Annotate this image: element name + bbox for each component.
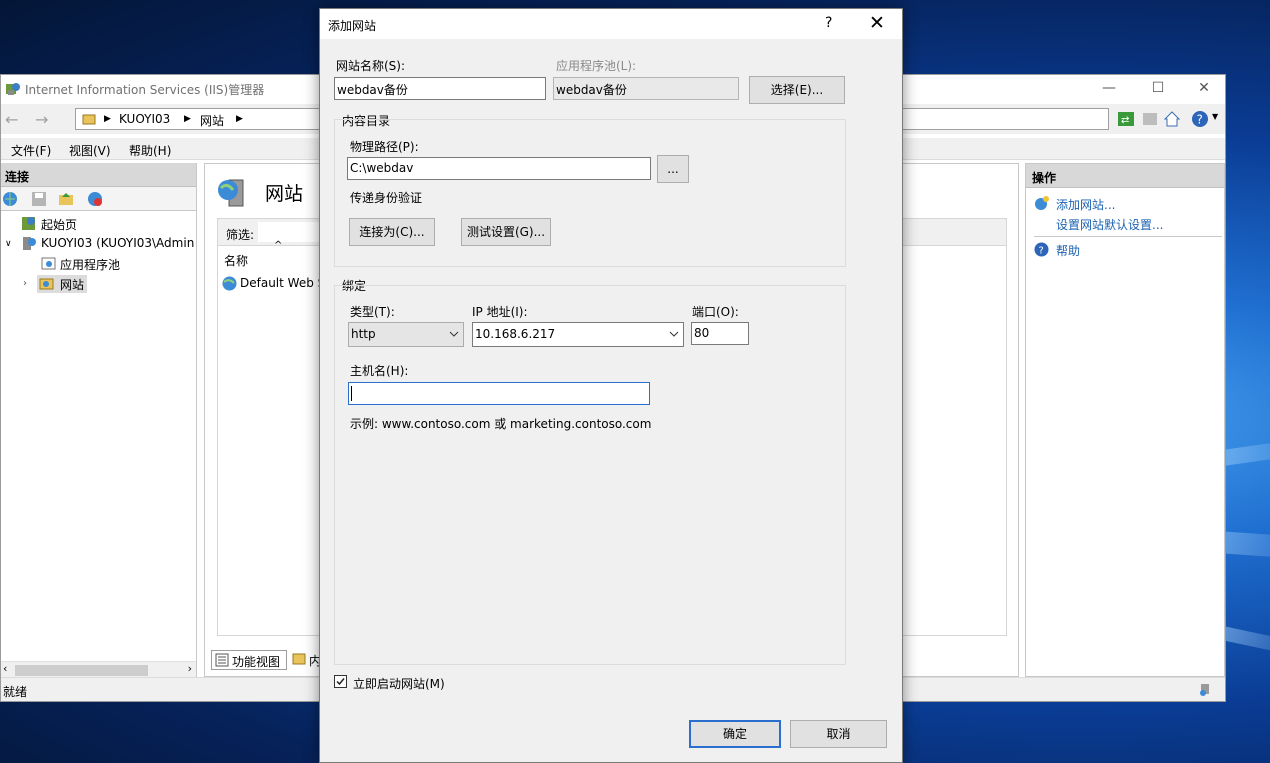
stop-icon[interactable] xyxy=(1141,110,1159,128)
tab-features-view[interactable]: 功能视图 xyxy=(211,650,287,670)
chevron-down-icon[interactable]: ▼ xyxy=(1212,112,1218,121)
dialog-titlebar: 添加网站 ? ✕ xyxy=(320,9,902,39)
scroll-right-icon[interactable]: › xyxy=(188,662,192,675)
close-window-button[interactable]: ✕ xyxy=(1194,79,1214,97)
filter-label: 筛选: xyxy=(226,228,255,242)
hostname-example: 示例: www.contoso.com 或 marketing.contoso.… xyxy=(350,417,652,431)
breadcrumb-item[interactable]: KUOYI03 xyxy=(119,112,170,126)
pass-through-auth-label: 传递身份验证 xyxy=(350,191,423,205)
connections-pane: 连接 起始页 ∨ KUOYI03 (KUOYI03\Admin 应用程序池 › … xyxy=(1,163,197,677)
breadcrumb-item[interactable]: 网站 xyxy=(200,112,224,129)
scrollbar-thumb[interactable] xyxy=(15,665,148,676)
start-page-icon xyxy=(22,217,35,230)
physical-path-label: 物理路径(P): xyxy=(350,140,419,154)
svg-text:?: ? xyxy=(1039,246,1044,257)
breadcrumb-separator-icon: ▶ xyxy=(104,114,111,124)
dialog-close-button[interactable]: ✕ xyxy=(869,12,885,34)
app-pool-label: 应用程序池(L): xyxy=(556,59,637,73)
site-name-label: 网站名称(S): xyxy=(336,59,406,73)
minimize-button[interactable]: — xyxy=(1099,79,1119,97)
svg-text:⇄: ⇄ xyxy=(1121,115,1129,126)
sites-folder-icon xyxy=(39,278,54,290)
site-name-input[interactable]: webdav备份 xyxy=(334,77,546,100)
up-folder-icon[interactable] xyxy=(58,191,74,207)
ok-button[interactable]: 确定 xyxy=(689,720,781,748)
folder-icon xyxy=(82,114,96,125)
help-icon[interactable]: ? xyxy=(1191,110,1209,128)
svg-text:?: ? xyxy=(1197,113,1203,127)
cancel-button[interactable]: 取消 xyxy=(790,720,887,748)
sites-header-icon xyxy=(218,179,244,207)
select-app-pool-button[interactable]: 选择(E)... xyxy=(749,76,845,104)
hostname-input[interactable] xyxy=(348,382,650,405)
checkmark-icon xyxy=(336,678,345,686)
help-link[interactable]: 帮助 xyxy=(1056,242,1080,259)
actions-divider xyxy=(1034,236,1222,237)
chevron-down-icon xyxy=(449,331,459,337)
home-icon[interactable] xyxy=(1163,110,1181,128)
content-view-icon xyxy=(292,653,306,665)
add-site-link[interactable]: 添加网站... xyxy=(1056,196,1115,213)
refresh-icon[interactable]: ⇄ xyxy=(1117,110,1135,128)
start-immediately-label[interactable]: 立即启动网站(M) xyxy=(353,675,445,692)
forward-arrow-icon[interactable]: → xyxy=(35,110,48,129)
app-pool-icon xyxy=(41,257,56,270)
maximize-button[interactable]: ☐ xyxy=(1148,79,1168,97)
dialog-title: 添加网站 xyxy=(328,19,377,33)
text-caret xyxy=(351,386,352,401)
globe-icon xyxy=(222,276,237,291)
type-label: 类型(T): xyxy=(350,305,395,319)
status-text: 就绪 xyxy=(3,685,28,699)
menu-view[interactable]: 视图(V) xyxy=(69,142,111,159)
horizontal-scrollbar[interactable]: ‹ › xyxy=(1,661,196,677)
iis-window-title: Internet Information Services (IIS)管理器 xyxy=(25,83,265,97)
browse-path-button[interactable]: ... xyxy=(657,155,689,183)
menu-file[interactable]: 文件(F) xyxy=(11,142,51,159)
breadcrumb-separator-icon: ▶ xyxy=(236,114,243,124)
globe-icon[interactable] xyxy=(2,191,18,207)
port-label: 端口(O): xyxy=(692,305,739,319)
dialog-help-button[interactable]: ? xyxy=(825,15,832,31)
binding-type-select[interactable]: http xyxy=(348,322,464,347)
chevron-expanded-icon[interactable]: ∨ xyxy=(5,239,12,249)
features-view-icon xyxy=(215,653,229,667)
set-site-defaults-link[interactable]: 设置网站默认设置... xyxy=(1056,216,1163,233)
connections-toolbar xyxy=(1,187,196,211)
sort-arrow-icon[interactable]: ^ xyxy=(274,240,282,251)
disconnect-icon[interactable] xyxy=(87,191,103,207)
tree-item-sites[interactable]: 网站 xyxy=(37,275,87,293)
server-icon xyxy=(23,237,36,250)
iis-app-icon xyxy=(6,83,20,95)
physical-path-input[interactable]: C:\webdav xyxy=(347,157,651,180)
add-site-icon xyxy=(1035,196,1049,210)
help-icon: ? xyxy=(1034,242,1049,257)
actions-header: 操作 xyxy=(1026,164,1224,188)
page-title: 网站 xyxy=(265,183,304,205)
connections-header: 连接 xyxy=(1,163,196,187)
hostname-label: 主机名(H): xyxy=(350,364,409,378)
test-settings-button[interactable]: 测试设置(G)... xyxy=(461,218,551,246)
port-input[interactable]: 80 xyxy=(691,322,749,345)
start-immediately-checkbox[interactable] xyxy=(334,675,347,688)
chevron-down-icon xyxy=(669,331,679,337)
menu-help[interactable]: 帮助(H) xyxy=(129,142,171,159)
chevron-collapsed-icon[interactable]: › xyxy=(23,278,27,289)
scroll-left-icon[interactable]: ‹ xyxy=(3,662,7,675)
network-status-icon xyxy=(1200,684,1209,696)
ip-address-select[interactable]: 10.168.6.217 xyxy=(472,322,684,347)
back-arrow-icon[interactable]: ← xyxy=(5,110,18,129)
save-icon[interactable] xyxy=(31,191,47,207)
actions-pane: 操作 添加网站... 设置网站默认设置... ? 帮助 xyxy=(1025,163,1225,677)
app-pool-field: webdav备份 xyxy=(553,77,739,100)
ip-address-label: IP 地址(I): xyxy=(472,305,528,319)
connect-as-button[interactable]: 连接为(C)... xyxy=(349,218,435,246)
breadcrumb-separator-icon: ▶ xyxy=(184,114,191,124)
column-header-name[interactable]: 名称 xyxy=(224,252,248,269)
add-website-dialog: 添加网站 ? ✕ 网站名称(S): webdav备份 应用程序池(L): web… xyxy=(319,8,903,763)
